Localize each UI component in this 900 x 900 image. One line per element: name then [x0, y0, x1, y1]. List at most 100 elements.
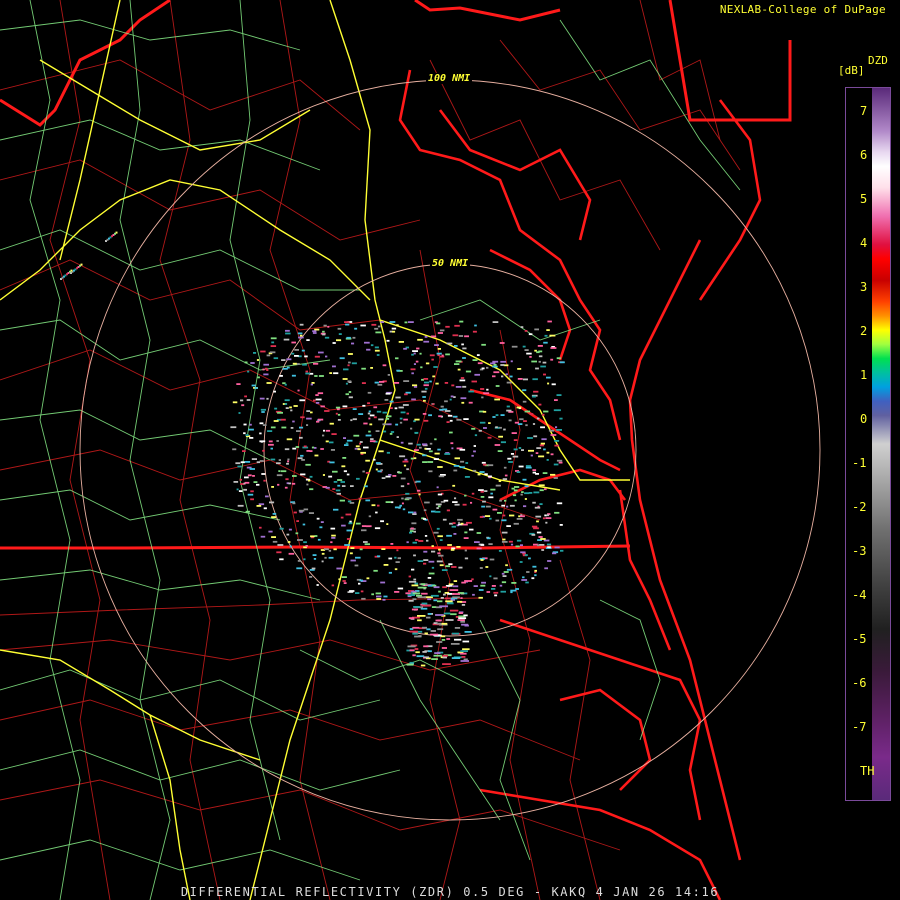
echo-pixel: [70, 269, 73, 272]
echo-pixel: [427, 577, 432, 579]
echo-pixel: [461, 343, 464, 346]
echo-pixel: [329, 422, 334, 425]
echo-pixel: [494, 398, 500, 401]
echo-pixel: [270, 447, 273, 450]
echo-pixel: [538, 536, 543, 538]
echo-pixel: [359, 442, 362, 445]
echo-pixel: [349, 590, 355, 592]
echo-pixel: [535, 367, 539, 370]
echo-pixel: [388, 557, 393, 560]
echo-pixel: [495, 519, 500, 522]
echo-pixel: [341, 485, 346, 487]
echo-pixel: [528, 449, 534, 452]
echo-pixel: [476, 532, 482, 534]
echo-pixel: [259, 432, 262, 435]
echo-pixel: [431, 566, 435, 569]
echo-pixel: [304, 355, 308, 358]
echo-pixel: [480, 490, 484, 493]
colorbar-tick: 7: [860, 104, 868, 118]
echo-pixel: [394, 591, 400, 593]
echo-pixel: [375, 430, 380, 432]
echo-pixel: [463, 614, 468, 617]
echo-pixel: [404, 458, 408, 461]
echo-pixel: [497, 450, 503, 452]
colorbar-tick: 5: [860, 192, 868, 206]
echo-pixel: [247, 493, 254, 496]
echo-pixel: [461, 581, 466, 584]
echo-pixel: [396, 436, 399, 438]
echo-pixel: [544, 567, 548, 570]
echo-pixel: [272, 513, 277, 515]
echo-pixel: [515, 588, 519, 590]
echo-pixel: [300, 473, 306, 476]
echo-pixel: [489, 517, 492, 520]
echo-pixel: [421, 602, 428, 605]
echo-pixel: [520, 493, 523, 496]
echo-pixel: [456, 418, 462, 421]
echo-pixel: [520, 544, 523, 547]
echo-pixel: [479, 471, 485, 473]
echo-pixel: [521, 579, 528, 581]
echo-pixel: [474, 373, 480, 376]
echo-pixel: [484, 515, 491, 517]
echo-pixel: [360, 590, 364, 593]
echo-pixel: [260, 535, 266, 538]
echo-pixel: [425, 362, 430, 365]
echo-pixel: [328, 556, 334, 559]
echo-pixel: [452, 334, 459, 337]
echo-pixel: [426, 628, 431, 631]
echo-pixel: [412, 384, 418, 387]
echo-pixel: [443, 612, 451, 615]
echo-pixel: [422, 396, 426, 398]
echo-pixel: [303, 541, 307, 544]
echo-pixel: [390, 407, 393, 409]
echo-pixel: [374, 327, 379, 330]
echo-pixel: [481, 505, 486, 508]
echo-pixel: [259, 440, 266, 443]
echo-pixel: [522, 378, 528, 381]
echo-pixel: [492, 375, 496, 378]
echo-pixel: [369, 414, 375, 417]
echo-pixel: [399, 421, 403, 424]
echo-pixel: [476, 354, 480, 356]
echo-pixel: [385, 475, 391, 478]
echo-pixel: [417, 615, 426, 617]
echo-pixel: [309, 450, 313, 452]
echo-pixel: [525, 466, 532, 469]
echo-pixel: [402, 460, 409, 463]
echo-pixel: [487, 475, 492, 478]
echo-pixel: [463, 658, 468, 661]
echo-pixel: [417, 560, 424, 562]
echo-pixel: [337, 327, 342, 330]
echo-pixel: [290, 427, 294, 429]
echo-pixel: [288, 552, 295, 555]
echo-pixel: [373, 406, 378, 409]
echo-pixel: [245, 434, 249, 436]
echo-pixel: [368, 515, 372, 518]
echo-pixel: [445, 325, 450, 328]
echo-pixel: [440, 635, 446, 638]
echo-pixel: [310, 383, 313, 386]
echo-pixel: [432, 375, 435, 378]
echo-pixel: [413, 530, 416, 533]
echo-pixel: [266, 369, 269, 371]
echo-pixel: [379, 381, 385, 383]
echo-pixel: [527, 437, 533, 439]
echo-pixel: [435, 619, 442, 622]
echo-pixel: [315, 402, 320, 404]
echo-pixel: [522, 576, 525, 579]
echo-pixel: [387, 423, 392, 426]
echo-pixel: [423, 645, 429, 648]
echo-pixel: [531, 534, 536, 536]
echo-pixel: [529, 413, 534, 415]
echo-pixel: [537, 544, 540, 547]
echo-pixel: [256, 359, 260, 361]
echo-pixel: [358, 582, 361, 585]
echo-pixel: [298, 336, 304, 339]
echo-pixel: [495, 484, 501, 487]
echo-pixel: [392, 330, 396, 333]
echo-pixel: [406, 412, 409, 415]
echo-pixel: [458, 617, 467, 620]
echo-pixel: [375, 511, 378, 514]
echo-pixel: [306, 339, 310, 341]
